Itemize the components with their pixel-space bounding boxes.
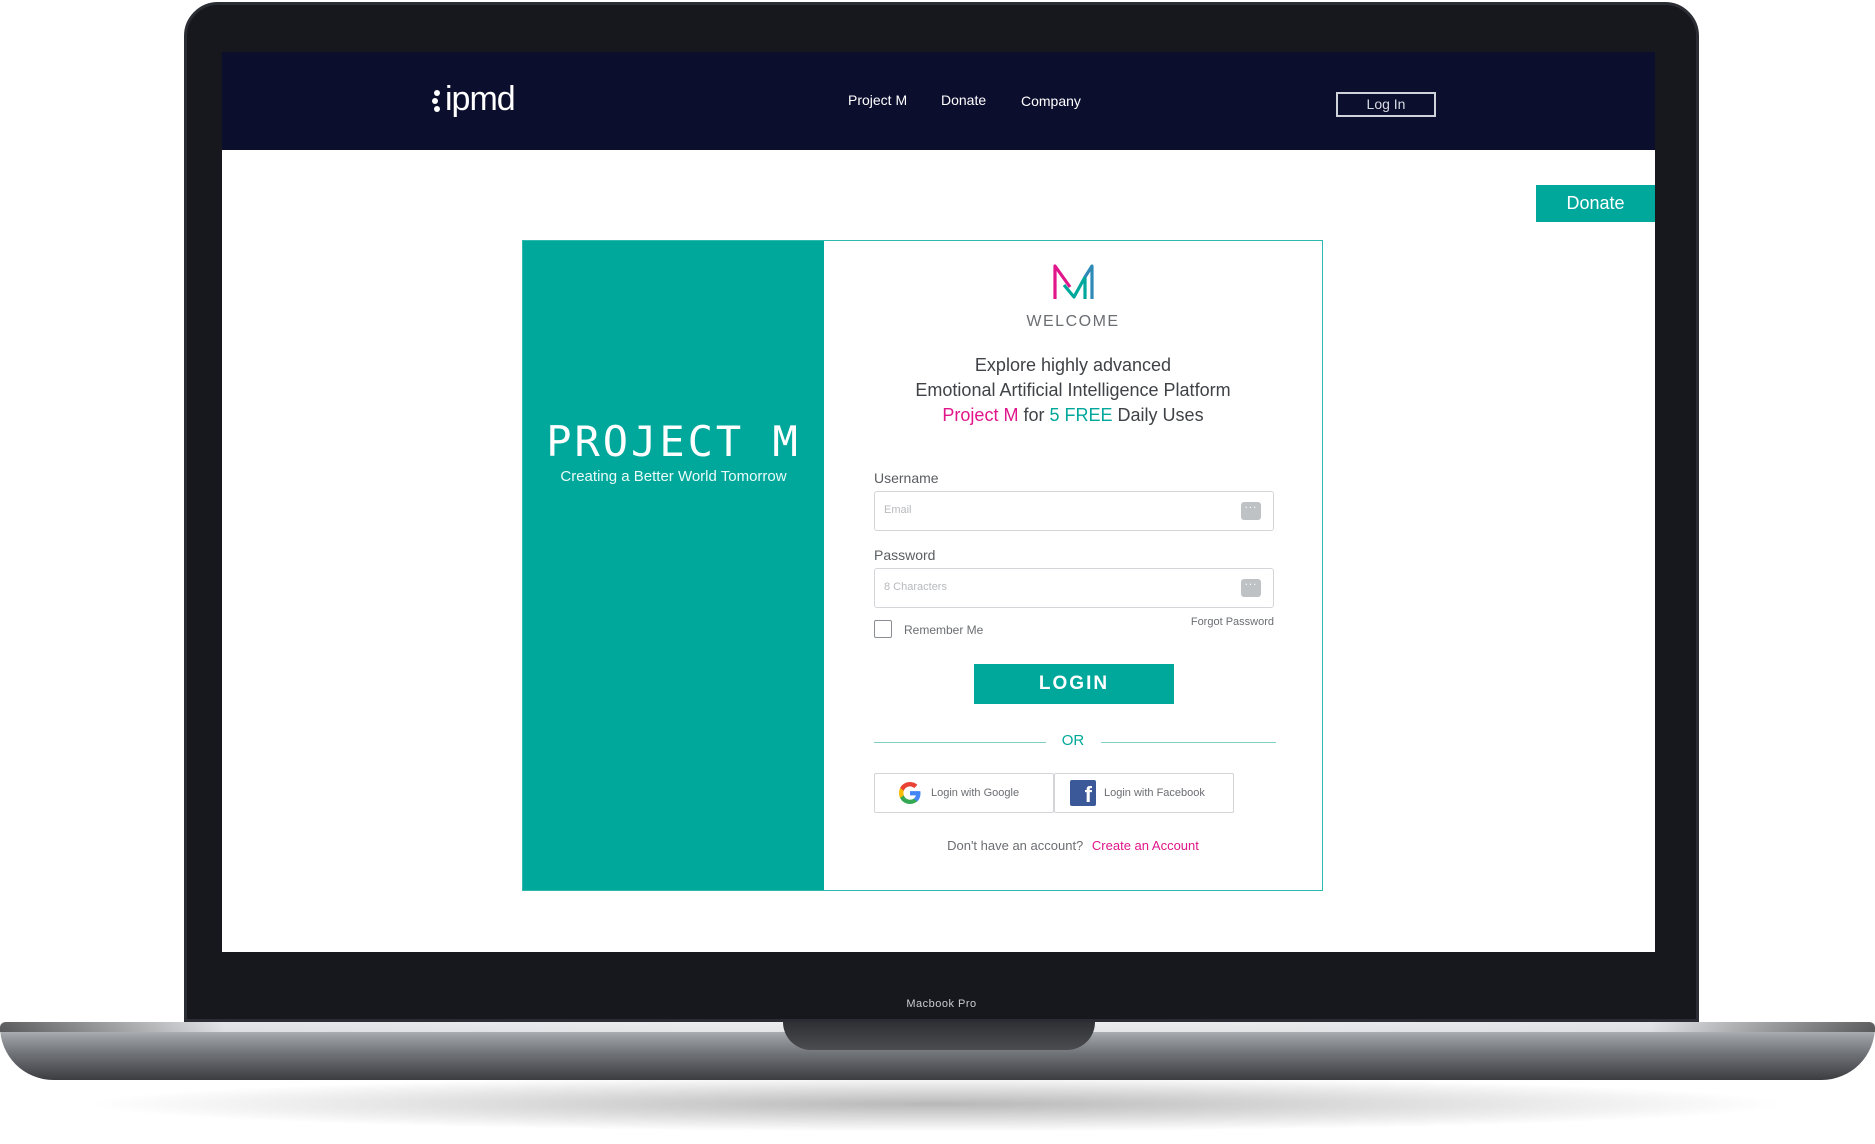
password-field: ··· <box>874 568 1274 608</box>
headline-line-3: Project M for 5 FREE Daily Uses <box>824 403 1322 428</box>
headline-project-m: Project M <box>942 405 1019 425</box>
google-icon <box>899 782 921 804</box>
forgot-password-link[interactable]: Forgot Password <box>1191 616 1274 628</box>
or-divider-text: OR <box>1061 732 1085 749</box>
username-input[interactable] <box>875 492 1215 528</box>
brand-logo[interactable]: ipmd <box>432 80 516 119</box>
no-account-text: Don't have an account? <box>947 838 1084 853</box>
login-form-panel: WELCOME Explore highly advanced Emotiona… <box>824 241 1322 890</box>
screen: ipmd Project M Donate Company Log In Don… <box>222 52 1655 952</box>
headline-for: for <box>1023 405 1045 425</box>
username-field: ··· <box>874 491 1274 531</box>
laptop-mockup: Macbook Pro ipmd Project M Donate Compan… <box>0 0 1875 1144</box>
headline: Explore highly advanced Emotional Artifi… <box>824 353 1322 428</box>
remember-me-label[interactable]: Remember Me <box>904 623 983 637</box>
nav-link-company[interactable]: Company <box>1021 93 1081 109</box>
create-account-link[interactable]: Create an Account <box>1092 838 1199 853</box>
welcome-heading: WELCOME <box>1026 313 1120 330</box>
facebook-icon: f <box>1070 780 1096 807</box>
facebook-login-button[interactable]: f Login with Facebook <box>1054 773 1234 813</box>
username-more-icon[interactable]: ··· <box>1241 502 1261 520</box>
signup-prompt: Don't have an account? Create an Account <box>824 838 1322 853</box>
headline-free-count: 5 FREE <box>1049 405 1113 425</box>
hero-panel: PROJECT M Creating a Better World Tomorr… <box>523 241 824 890</box>
top-nav: ipmd Project M Donate Company Log In <box>222 52 1655 150</box>
headline-tail: Daily Uses <box>1117 405 1204 425</box>
or-divider-right <box>1101 742 1276 743</box>
nav-link-donate[interactable]: Donate <box>941 92 986 108</box>
laptop-shadow <box>80 1076 1795 1132</box>
hero-title: PROJECT M <box>523 417 824 466</box>
remember-me-checkbox[interactable] <box>874 620 892 638</box>
device-label: Macbook Pro <box>906 998 977 1010</box>
login-card: PROJECT M Creating a Better World Tomorr… <box>522 240 1323 891</box>
password-more-icon[interactable]: ··· <box>1241 579 1261 597</box>
facebook-login-label: Login with Facebook <box>1104 787 1205 799</box>
google-login-button[interactable]: Login with Google <box>874 773 1054 813</box>
headline-line-2: Emotional Artificial Intelligence Platfo… <box>915 380 1231 400</box>
donate-tab-button[interactable]: Donate <box>1536 185 1655 222</box>
headline-line-1: Explore highly advanced <box>974 355 1172 375</box>
login-button[interactable]: LOGIN <box>974 664 1174 704</box>
password-input[interactable] <box>875 569 1215 605</box>
brand-name: ipmd <box>445 80 516 118</box>
hero-tagline: Creating a Better World Tomorrow <box>560 468 787 485</box>
laptop-notch <box>783 1022 1095 1050</box>
hero-title-text: PROJECT M <box>546 417 801 466</box>
password-label: Password <box>874 547 936 563</box>
username-label: Username <box>874 470 939 486</box>
nav-login-button[interactable]: Log In <box>1336 92 1436 117</box>
google-login-label: Login with Google <box>931 787 1020 799</box>
nav-link-project-m[interactable]: Project M <box>848 92 907 108</box>
project-m-logo-icon <box>1053 264 1094 299</box>
brand-dots-icon <box>432 88 442 112</box>
